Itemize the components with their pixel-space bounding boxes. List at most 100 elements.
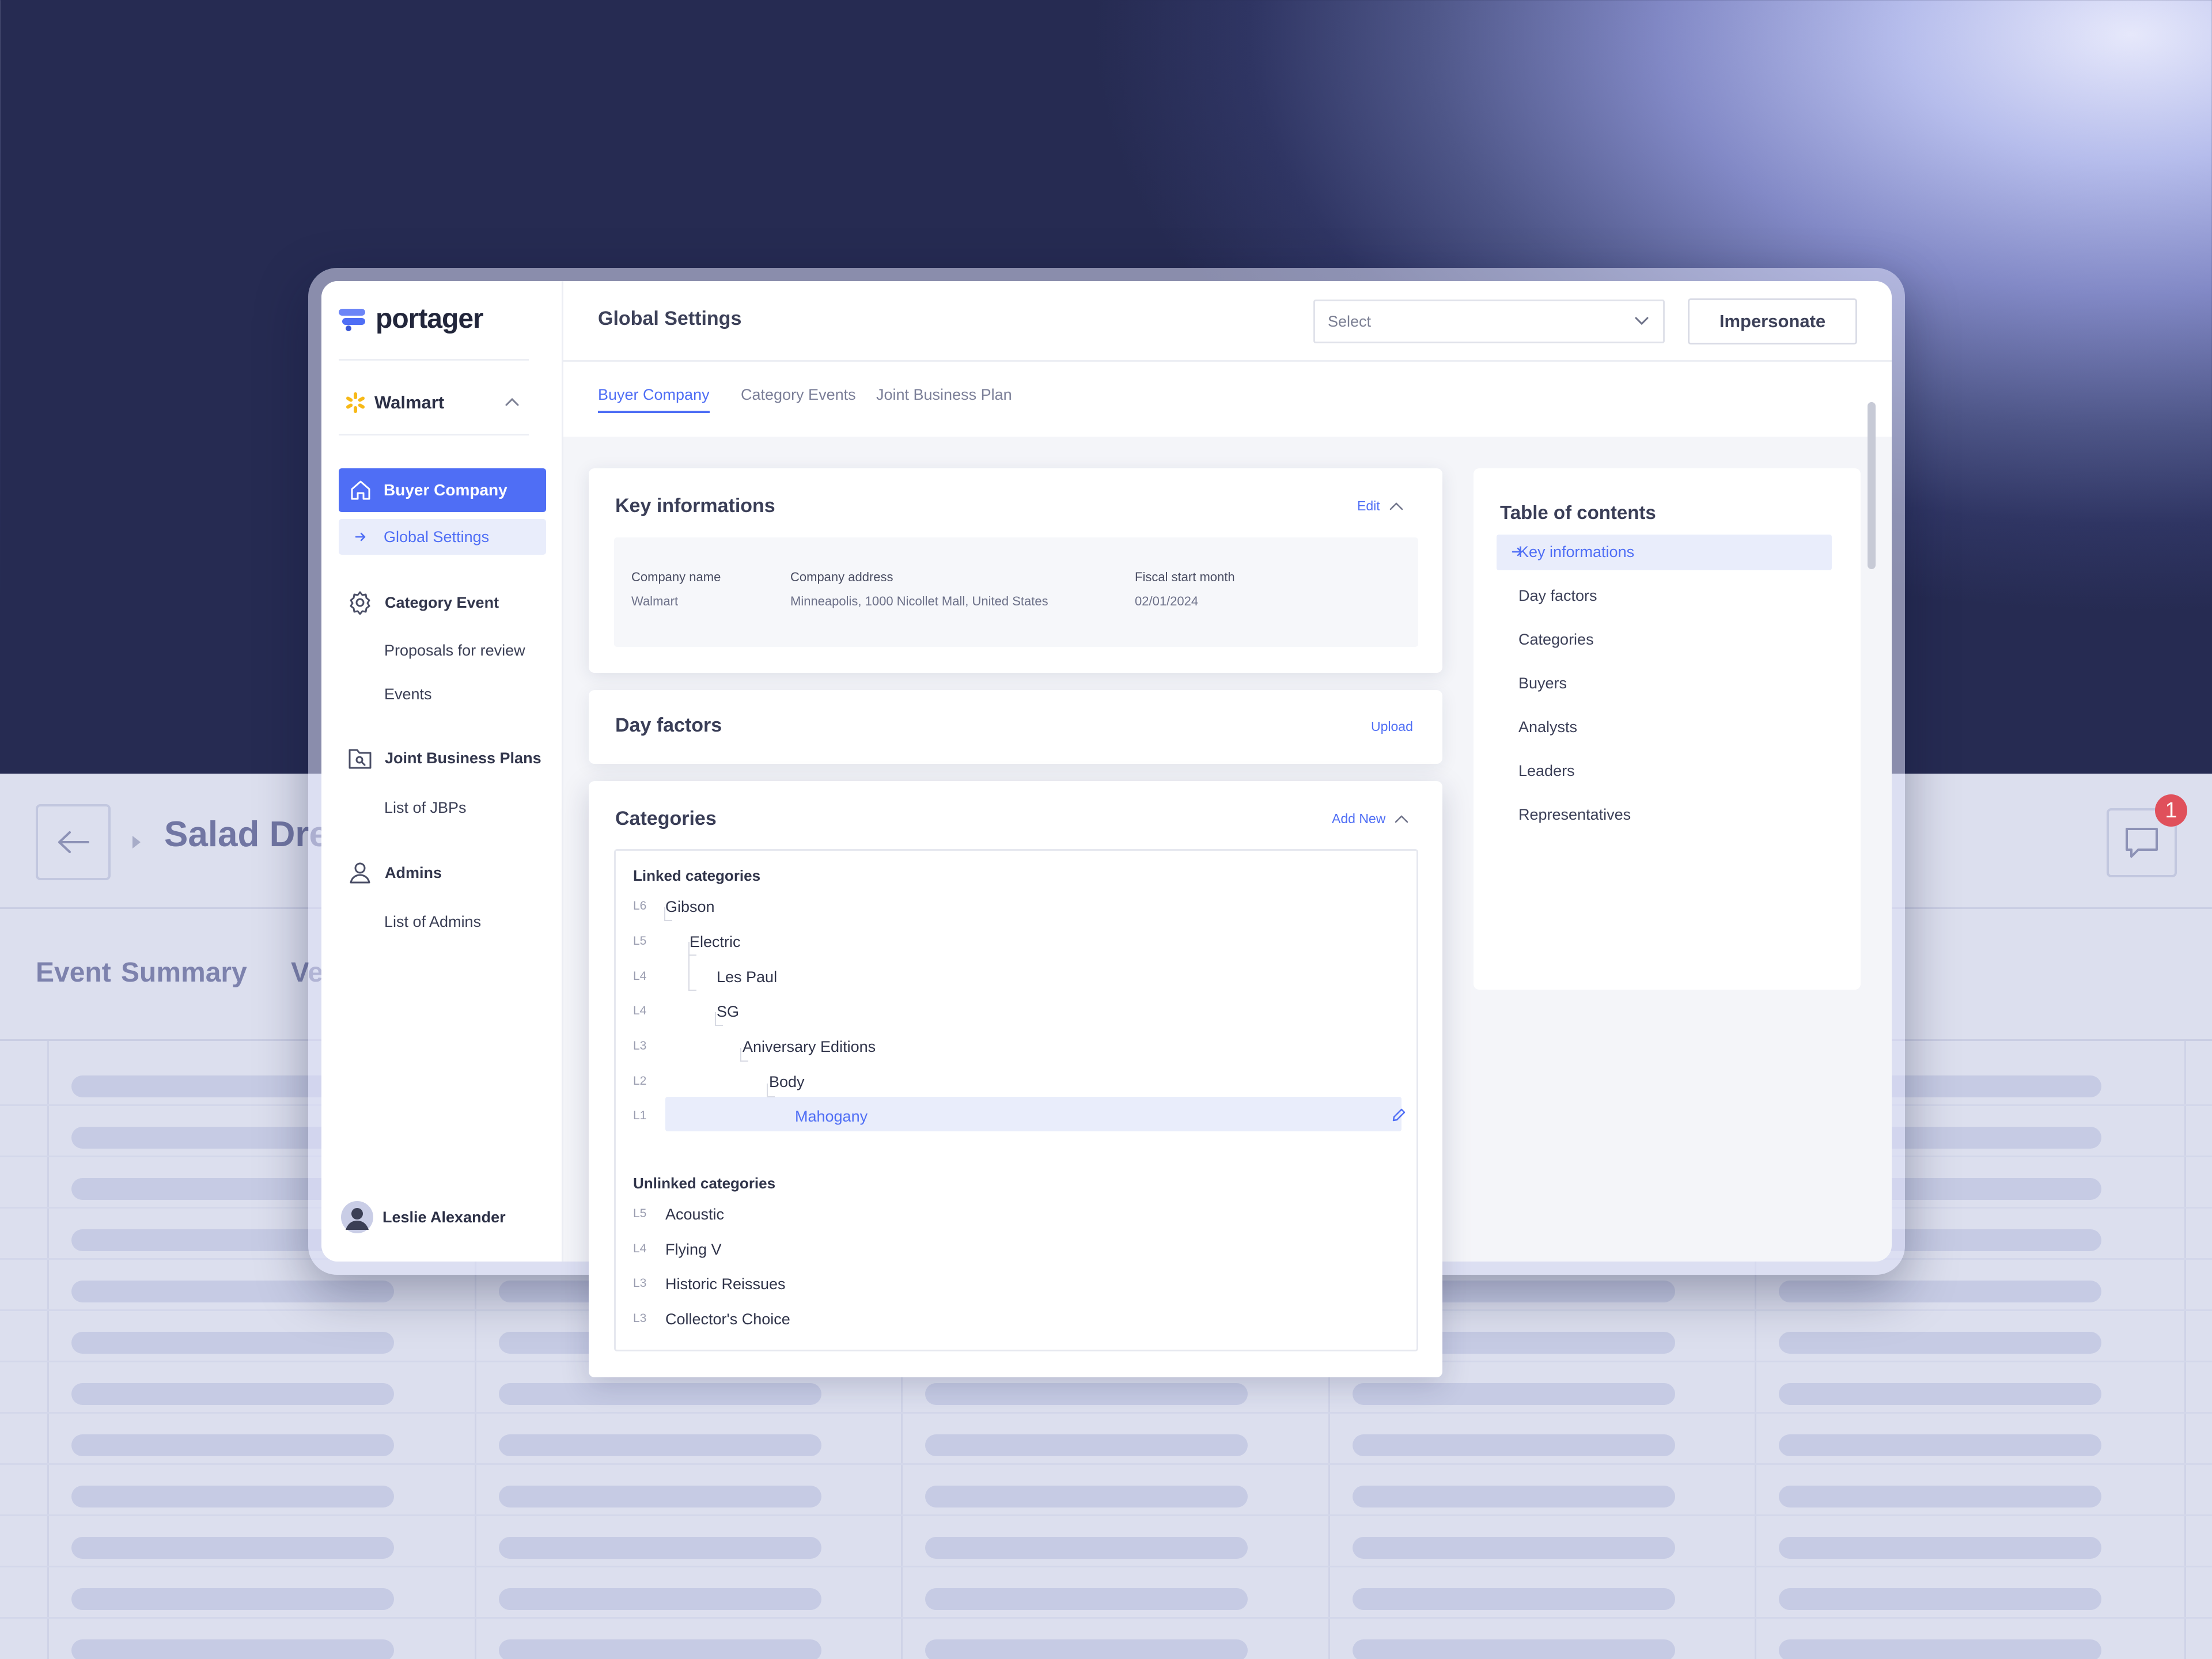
nav-category-event[interactable]: Category Event (348, 590, 499, 615)
background-tab-event[interactable]: Event (36, 957, 111, 988)
avatar (341, 1201, 373, 1233)
table-of-contents: Table of contents Key informations Day f… (1474, 468, 1861, 990)
category-body[interactable]: Body (769, 1073, 805, 1091)
edit-label: Edit (1357, 498, 1380, 513)
edit-pencil-icon[interactable] (1391, 1108, 1406, 1123)
chevron-up-icon (1395, 815, 1408, 823)
category-gibson[interactable]: Gibson (665, 898, 715, 916)
category-sg[interactable]: SG (717, 1003, 739, 1021)
background-cell-placeholder (71, 1537, 394, 1559)
background-cell-placeholder (1779, 1332, 2101, 1354)
user-icon (350, 862, 370, 884)
toc-item-leaders[interactable]: Leaders (1518, 762, 1575, 780)
background-cell-placeholder (1779, 1281, 2101, 1302)
scrollbar[interactable] (1868, 402, 1876, 569)
nav-buyer-company[interactable]: Buyer Company (339, 468, 546, 512)
nav-list-of-admins[interactable]: List of Admins (384, 913, 481, 931)
background-cell-placeholder (71, 1281, 394, 1302)
background-cell-placeholder (1779, 1588, 2101, 1610)
category-collectors-choice[interactable]: Collector's Choice (665, 1310, 790, 1328)
edit-link[interactable]: Edit (1357, 498, 1403, 514)
nav-global-settings[interactable]: Global Settings (339, 519, 546, 555)
background-cell-placeholder (499, 1639, 821, 1659)
toc-item-analysts[interactable]: Analysts (1518, 718, 1577, 736)
key-informations-card: Key informations Edit Company name Walma… (589, 468, 1442, 673)
field-label: Company name (631, 570, 721, 584)
key-info-fields: Company name Walmart Company address Min… (614, 537, 1418, 647)
tab-buyer-company[interactable]: Buyer Company (598, 386, 710, 413)
chevron-up-icon (1389, 502, 1403, 510)
upload-link[interactable]: Upload (1371, 719, 1413, 734)
field-value: Minneapolis, 1000 Nicollet Mall, United … (790, 594, 1048, 608)
nav-list-of-jbps[interactable]: List of JBPs (384, 799, 467, 817)
background-cell-placeholder (925, 1486, 1248, 1508)
background-cell-placeholder (1353, 1486, 1675, 1508)
nav-admins[interactable]: Admins (348, 861, 442, 885)
background-cell-placeholder (1779, 1434, 2101, 1456)
nav-joint-business-plans-label: Joint Business Plans (385, 749, 541, 767)
company-switcher[interactable]: Walmart (344, 384, 529, 422)
impersonate-button[interactable]: Impersonate (1688, 298, 1857, 344)
background-cell-placeholder (71, 1383, 394, 1405)
breadcrumb-caret-icon (132, 836, 141, 849)
category-historic-reissues[interactable]: Historic Reissues (665, 1275, 786, 1293)
page-title: Global Settings (598, 308, 742, 329)
background-cell-placeholder (1353, 1588, 1675, 1610)
background-cell-placeholder (1779, 1486, 2101, 1508)
key-informations-title: Key informations (615, 495, 775, 517)
category-flying-v[interactable]: Flying V (665, 1241, 722, 1259)
background-cell-placeholder (71, 1486, 394, 1508)
category-les-paul[interactable]: Les Paul (717, 968, 777, 986)
category-aniversary-editions[interactable]: Aniversary Editions (743, 1038, 876, 1056)
toc-item-representatives[interactable]: Representatives (1518, 806, 1631, 824)
nav-admins-label: Admins (385, 863, 442, 881)
background-tab-summary[interactable]: Summary (121, 957, 247, 988)
nav-events[interactable]: Events (384, 685, 432, 703)
level-tag: L1 (633, 1109, 647, 1122)
brand-name: portager (376, 304, 484, 334)
level-tag: L4 (633, 1242, 647, 1255)
level-tag: L3 (633, 1039, 647, 1052)
level-tag: L2 (633, 1074, 647, 1088)
tab-joint-business-plan[interactable]: Joint Business Plan (876, 386, 1012, 411)
background-cell-placeholder (1353, 1383, 1675, 1405)
category-acoustic[interactable]: Acoustic (665, 1206, 724, 1224)
add-new-label: Add New (1332, 811, 1386, 826)
nav-buyer-company-label: Buyer Company (384, 481, 507, 499)
back-button[interactable] (36, 804, 111, 880)
sidebar: portager Walmart Buyer Company Global Se… (321, 281, 563, 1262)
category-electric[interactable]: Electric (690, 933, 741, 951)
tab-category-events[interactable]: Category Events (741, 386, 856, 411)
level-tag: L3 (633, 1312, 647, 1325)
field-label: Fiscal start month (1135, 570, 1235, 584)
level-tag: L4 (633, 1004, 647, 1017)
select-placeholder: Select (1328, 312, 1372, 330)
toc-item-buyers[interactable]: Buyers (1518, 675, 1567, 692)
day-factors-card: Day factors Upload (589, 690, 1442, 764)
background-cell-placeholder (925, 1434, 1248, 1456)
impersonate-select[interactable]: Select (1313, 300, 1665, 343)
background-cell-placeholder (925, 1383, 1248, 1405)
nav-proposals-for-review[interactable]: Proposals for review (384, 642, 525, 660)
nav-joint-business-plans[interactable]: Joint Business Plans (348, 747, 541, 770)
field-value: 02/01/2024 (1135, 594, 1199, 608)
toc-item-day-factors[interactable]: Day factors (1518, 587, 1597, 605)
logo[interactable]: portager (339, 303, 484, 335)
user-profile[interactable]: Leslie Alexander (341, 1201, 506, 1233)
toc-item-categories[interactable]: Categories (1518, 631, 1594, 649)
chat-icon (2126, 828, 2158, 858)
background-cell-placeholder (71, 1588, 394, 1610)
category-mahogany[interactable]: Mahogany (795, 1108, 868, 1126)
arrow-left-icon (58, 831, 89, 853)
level-tag: L5 (633, 1207, 647, 1220)
notification-badge: 1 (2155, 794, 2187, 827)
background-cell-placeholder (71, 1434, 394, 1456)
background-cell-placeholder (1353, 1537, 1675, 1559)
background-cell-placeholder (1779, 1537, 2101, 1559)
header: Global Settings Select Impersonate (563, 281, 1892, 362)
toc-item-key-informations[interactable]: Key informations (1518, 543, 1634, 561)
categories-title: Categories (615, 808, 717, 830)
level-tag: L6 (633, 899, 647, 912)
unlinked-categories-title: Unlinked categories (633, 1175, 776, 1192)
add-new-link[interactable]: Add New (1332, 811, 1408, 827)
